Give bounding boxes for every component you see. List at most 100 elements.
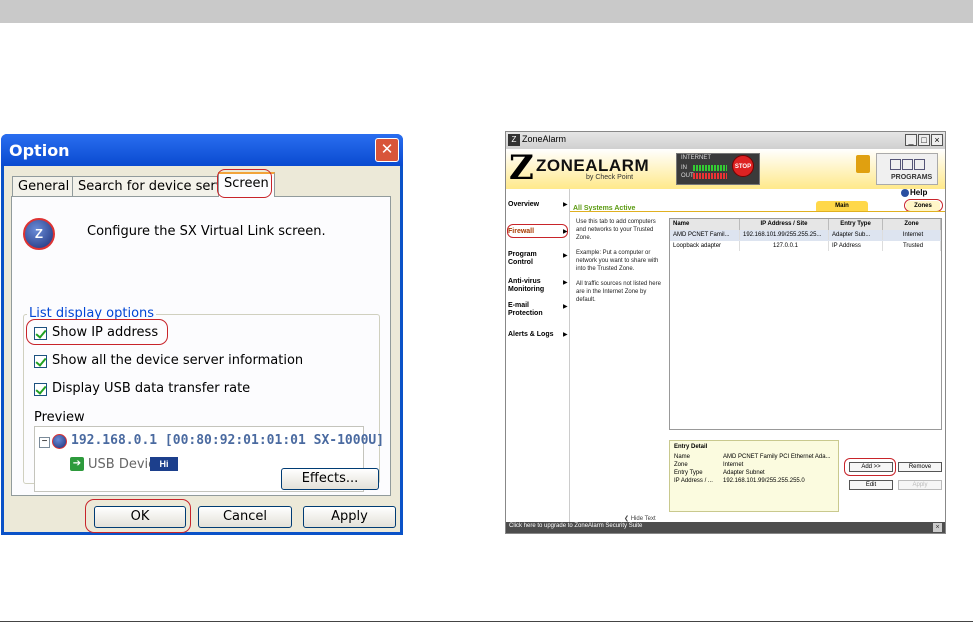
tree-collapse-icon[interactable]: − xyxy=(39,437,50,448)
za-window-title: ZoneAlarm xyxy=(522,134,567,144)
nav-anti-virus-monitoring[interactable]: Anti-virus Monitoring xyxy=(508,278,556,294)
checkbox-checked-icon[interactable] xyxy=(34,327,47,340)
maximize-icon[interactable]: □ xyxy=(918,134,930,146)
zonealarm-app-icon: Z xyxy=(508,134,520,146)
option-title-bar[interactable]: Option ✕ xyxy=(1,134,403,166)
column-header-name[interactable]: Name xyxy=(670,219,740,230)
table-cell[interactable]: AMD PCNET Famil... xyxy=(670,230,740,240)
table-cell[interactable]: Internet xyxy=(883,230,941,240)
detail-value: AMD PCNET Family PCI Ethernet Ada... xyxy=(723,454,831,460)
entry-detail-title: Entry Detail xyxy=(674,444,708,450)
effects-button[interactable]: Effects... xyxy=(281,468,379,490)
table-cell[interactable]: 127.0.0.1 xyxy=(740,241,829,251)
show-ip-address-checkbox[interactable]: Show IP address xyxy=(24,325,379,345)
hide-text-link[interactable]: ❮ Hide Text xyxy=(624,515,656,522)
za-brand: ZONEALARM xyxy=(536,156,650,175)
zones-table: Name IP Address / Site Entry Type Zone A… xyxy=(669,218,942,430)
tab-main[interactable]: Main xyxy=(816,201,868,211)
table-cell[interactable]: 192.168.101.99/255.255.25... xyxy=(740,230,829,240)
top-band xyxy=(0,0,973,23)
meter-out-label: OUT xyxy=(681,173,694,179)
remove-button[interactable]: Remove xyxy=(898,462,942,472)
configure-description: Configure the SX Virtual Link screen. xyxy=(87,224,326,239)
detail-label: Zone xyxy=(674,462,688,468)
apply-button[interactable]: Apply xyxy=(303,506,396,528)
minimize-icon[interactable]: _ xyxy=(905,134,917,146)
table-cell[interactable]: IP Address xyxy=(829,241,883,251)
nav-alerts-logs[interactable]: Alerts & Logs xyxy=(508,331,554,339)
tab-zones[interactable]: Zones xyxy=(906,201,940,211)
inbound-bars xyxy=(693,165,727,171)
group-title: List display options xyxy=(27,306,157,321)
close-icon[interactable]: × xyxy=(931,134,943,146)
detail-value: 192.168.101.99/255.255.255.0 xyxy=(723,478,805,484)
tab-general[interactable]: General xyxy=(12,176,76,196)
hi-speed-badge: Hi xyxy=(150,457,178,471)
help-link[interactable]: Help xyxy=(910,188,927,197)
table-cell[interactable]: Loopback adapter xyxy=(670,241,740,251)
za-sidebar: Overview ▶ Firewall ▶ Program Control ▶ … xyxy=(506,189,570,522)
zones-description: Use this tab to add computers and networ… xyxy=(576,218,664,311)
za-brand-sub: by Check Point xyxy=(586,174,634,181)
checkbox-checked-icon[interactable] xyxy=(34,355,47,368)
ok-button[interactable]: OK xyxy=(94,506,186,528)
chevron-right-icon: ▶ xyxy=(563,253,568,259)
za-title-bar[interactable]: Z ZoneAlarm _ □ × xyxy=(506,132,945,149)
programs-label: PROGRAMS xyxy=(891,174,933,181)
show-all-info-label: Show all the device server information xyxy=(52,353,304,368)
za-header: Z ZONEALARM by Check Point INTERNET IN O… xyxy=(506,149,945,189)
bottom-rule xyxy=(0,621,973,622)
program-slot-icon xyxy=(914,159,925,170)
meter-in-label: IN xyxy=(681,165,687,171)
close-icon[interactable]: × xyxy=(933,523,942,532)
chevron-right-icon: ▶ xyxy=(563,332,568,338)
program-slot-icon xyxy=(890,159,901,170)
preview-device-line: 192.168.0.1 [00:80:92:01:01:01 SX-1000U] xyxy=(71,433,385,448)
meter-label: INTERNET xyxy=(681,155,711,161)
table-cell[interactable]: Trusted xyxy=(883,241,941,251)
upgrade-text[interactable]: Click here to upgrade to ZoneAlarm Secur… xyxy=(509,523,642,529)
show-ip-address-label: Show IP address xyxy=(52,325,159,340)
chevron-right-icon: ▶ xyxy=(563,202,568,208)
column-header-zone[interactable]: Zone xyxy=(883,219,941,230)
apply-button-disabled: Apply xyxy=(898,480,942,490)
close-button[interactable]: ✕ xyxy=(375,138,399,162)
description-paragraph: Use this tab to add computers and networ… xyxy=(576,219,656,241)
chevron-right-icon: ▶ xyxy=(563,280,568,286)
zonealarm-logo-icon: Z xyxy=(509,148,534,188)
tab-screen[interactable]: Screen xyxy=(218,172,275,197)
chevron-right-icon: ▶ xyxy=(563,304,568,310)
checkbox-checked-icon[interactable] xyxy=(34,383,47,396)
tab-strip-line xyxy=(570,211,945,212)
help-icon[interactable] xyxy=(901,189,909,197)
nav-overview[interactable]: Overview xyxy=(508,201,539,209)
chevron-right-icon: ▶ xyxy=(563,229,568,235)
cancel-button[interactable]: Cancel xyxy=(198,506,292,528)
zonealarm-window: Z ZoneAlarm _ □ × Z ZONEALARM by Check P… xyxy=(505,131,946,534)
detail-label: Name xyxy=(674,454,691,460)
edit-button[interactable]: Edit xyxy=(849,480,893,490)
programs-panel[interactable]: PROGRAMS xyxy=(876,153,938,185)
preview-label: Preview xyxy=(34,410,85,425)
option-title: Option xyxy=(9,141,70,160)
device-server-icon xyxy=(52,434,67,449)
detail-value: Internet xyxy=(723,462,744,468)
option-dialog: Option ✕ General Search for device serve… xyxy=(1,134,403,535)
show-all-info-checkbox[interactable]: Show all the device server information xyxy=(24,353,379,373)
nav-firewall[interactable]: Firewall xyxy=(508,228,534,236)
outbound-bars xyxy=(693,173,727,179)
option-body: General Search for device servers Screen… xyxy=(4,166,400,533)
nav-program-control[interactable]: Program Control xyxy=(508,251,556,267)
column-header-entry-type[interactable]: Entry Type xyxy=(829,219,883,230)
display-usb-rate-label: Display USB data transfer rate xyxy=(52,381,251,396)
table-cell[interactable]: Adapter Sub... xyxy=(829,230,883,240)
upgrade-footer[interactable]: Click here to upgrade to ZoneAlarm Secur… xyxy=(506,522,945,533)
add-button[interactable]: Add >> xyxy=(849,462,893,472)
entry-detail-panel: Entry Detail Name AMD PCNET Family PCI E… xyxy=(669,440,839,512)
nav-email-protection[interactable]: E-mail Protection xyxy=(508,302,556,318)
screen-tab-panel: Z Configure the SX Virtual Link screen. … xyxy=(11,196,391,496)
padlock-icon[interactable] xyxy=(856,155,870,173)
column-header-ip[interactable]: IP Address / Site xyxy=(740,219,829,230)
display-usb-rate-checkbox[interactable]: Display USB data transfer rate xyxy=(24,381,379,401)
stop-button[interactable]: STOP xyxy=(732,155,754,177)
